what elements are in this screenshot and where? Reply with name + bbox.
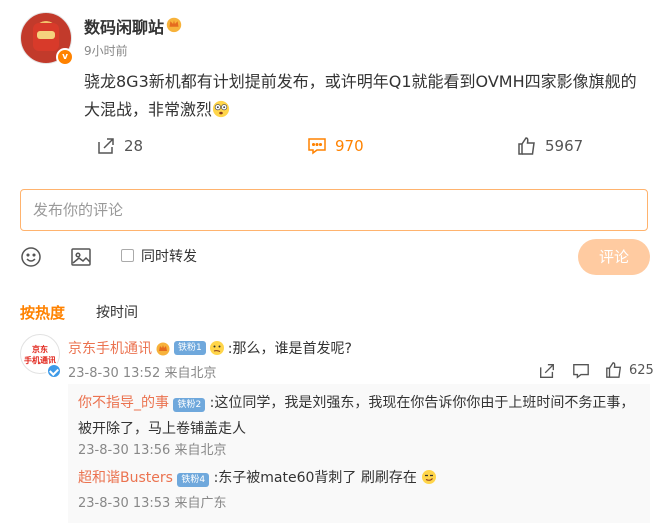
comment-meta: 23-8-30 13:52 来自北京 bbox=[68, 366, 217, 381]
fan-crown-icon bbox=[156, 342, 170, 356]
comment-line: 京东手机通讯 铁粉1 :那么，谁是首发呢? bbox=[68, 338, 352, 358]
reply-item: 你不指导_的事 铁粉2 :这位同学，我是刘强东，我现在你告诉你你由于上班时间不务… bbox=[78, 390, 640, 442]
sort-by-hot-tab[interactable]: 按热度 bbox=[20, 302, 65, 323]
share-icon bbox=[98, 138, 114, 154]
member-crown-icon bbox=[166, 17, 182, 33]
weibo-post-page: v 数码闲聊站 9小时前 骁龙8G3新机都有计划提前发布，或许明年Q1就能看到O… bbox=[0, 0, 660, 523]
avatar-logo-line: 京东 bbox=[32, 345, 48, 354]
post-text: 骁龙8G3新机都有计划提前发布，或许明年Q1就能看到OVMH四家影像旗舰的大混战… bbox=[84, 68, 644, 124]
ironman-visor bbox=[37, 31, 55, 39]
post-time[interactable]: 9小时前 bbox=[84, 42, 128, 59]
author-name[interactable]: 数码闲聊站 bbox=[84, 14, 164, 38]
like-button[interactable]: 5967 bbox=[517, 136, 583, 156]
like-count: 5967 bbox=[545, 137, 584, 155]
comment-input[interactable]: 发布你的评论 bbox=[20, 189, 648, 231]
repost-checkbox[interactable] bbox=[121, 249, 134, 262]
comment-button[interactable]: 970 bbox=[307, 136, 364, 156]
verified-badge-icon: v bbox=[56, 48, 74, 66]
sort-by-time-tab[interactable]: 按时间 bbox=[96, 302, 138, 322]
image-upload-icon[interactable] bbox=[70, 246, 92, 268]
reply-author[interactable]: 超和谐Busters bbox=[78, 470, 173, 486]
submit-comment-button[interactable]: 评论 bbox=[578, 239, 650, 275]
comment-like-button[interactable]: 625 bbox=[605, 361, 654, 379]
shocked-face-emoji-icon bbox=[212, 100, 230, 118]
repost-checkbox-label[interactable]: 同时转发 bbox=[141, 246, 197, 266]
comment-thumbs-up-icon bbox=[606, 362, 622, 378]
fan-level-badge: 铁粉4 bbox=[177, 473, 210, 487]
comment-icon bbox=[308, 138, 326, 155]
reply-text: :东子被mate60背刺了 刷刷存在 bbox=[213, 470, 417, 486]
commenter-name[interactable]: 京东手机通讯 bbox=[68, 338, 152, 358]
thinking-face-emoji-icon bbox=[209, 341, 224, 355]
comment-reply-icon[interactable] bbox=[572, 362, 590, 380]
blue-verified-icon bbox=[46, 363, 62, 379]
comment-like-count: 625 bbox=[629, 362, 654, 378]
smirk-face-emoji-icon bbox=[422, 470, 437, 484]
comment-count: 970 bbox=[335, 137, 364, 155]
reply-meta: 23-8-30 13:53 来自广东 bbox=[78, 496, 227, 511]
comment-share-icon[interactable] bbox=[538, 362, 556, 380]
fan-level-badge: 铁粉1 bbox=[174, 341, 206, 355]
comment-text: :那么，谁是首发呢? bbox=[227, 341, 352, 357]
emoji-picker-icon[interactable] bbox=[20, 246, 42, 268]
reply-meta: 23-8-30 13:56 来自北京 bbox=[78, 443, 227, 458]
repost-count: 28 bbox=[124, 137, 144, 155]
fan-level-badge: 铁粉2 bbox=[173, 398, 206, 412]
replies-panel: 你不指导_的事 铁粉2 :这位同学，我是刘强东，我现在你告诉你你由于上班时间不务… bbox=[68, 384, 650, 523]
reply-item: 超和谐Busters 铁粉4 :东子被mate60背刺了 刷刷存在 bbox=[78, 465, 640, 491]
thumbs-up-icon bbox=[518, 137, 535, 155]
repost-button[interactable]: 28 bbox=[96, 136, 143, 156]
post-text-content: 骁龙8G3新机都有计划提前发布，或许明年Q1就能看到OVMH四家影像旗舰的大混战… bbox=[84, 72, 637, 119]
reply-author[interactable]: 你不指导_的事 bbox=[78, 395, 169, 411]
